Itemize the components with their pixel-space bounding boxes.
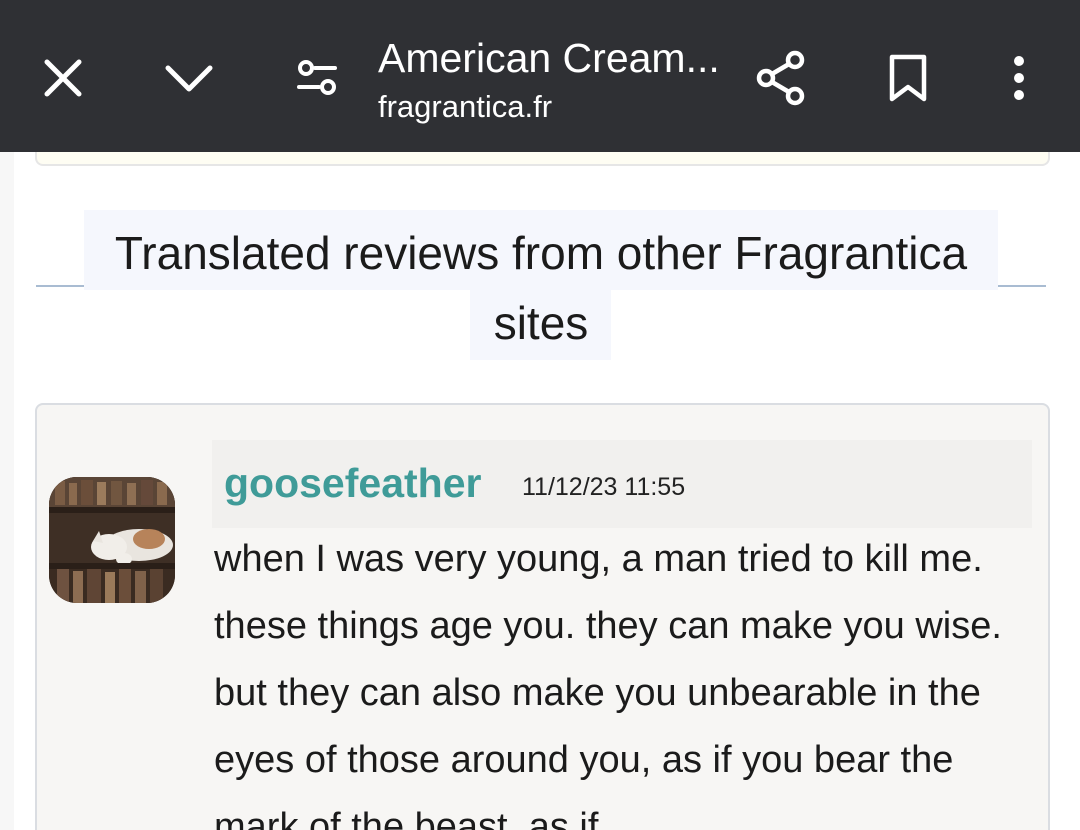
previous-card-edge [35, 152, 1050, 166]
bookmark-icon[interactable] [875, 45, 941, 111]
review-username[interactable]: goosefeather [224, 458, 481, 508]
page-gutter [0, 152, 14, 830]
browser-toolbar: American Cream... fragrantica.fr [0, 0, 1080, 152]
share-icon[interactable] [748, 45, 814, 111]
divider-line [36, 285, 86, 287]
more-vert-icon[interactable] [986, 45, 1052, 111]
review-card: goosefeather 11/12/23 11:55 when I was v… [35, 403, 1050, 830]
page-title: American Cream... [378, 35, 720, 81]
section-heading: Translated reviews from other Fragrantic… [36, 210, 1046, 360]
avatar[interactable] [49, 477, 175, 603]
review-header: goosefeather 11/12/23 11:55 [212, 440, 1032, 528]
chevron-down-icon[interactable] [156, 45, 222, 111]
divider-line [998, 285, 1046, 287]
page-title-block[interactable]: American Cream... fragrantica.fr [378, 34, 738, 126]
page-content: Translated reviews from other Fragrantic… [0, 152, 1080, 830]
close-icon[interactable] [30, 45, 96, 111]
review-timestamp: 11/12/23 11:55 [522, 473, 686, 501]
tune-icon[interactable] [284, 45, 350, 111]
review-text: when I was very young, a man tried to ki… [214, 538, 1002, 830]
page-domain: fragrantica.fr [378, 89, 553, 124]
section-heading-text: Translated reviews from other Fragrantic… [114, 227, 968, 349]
